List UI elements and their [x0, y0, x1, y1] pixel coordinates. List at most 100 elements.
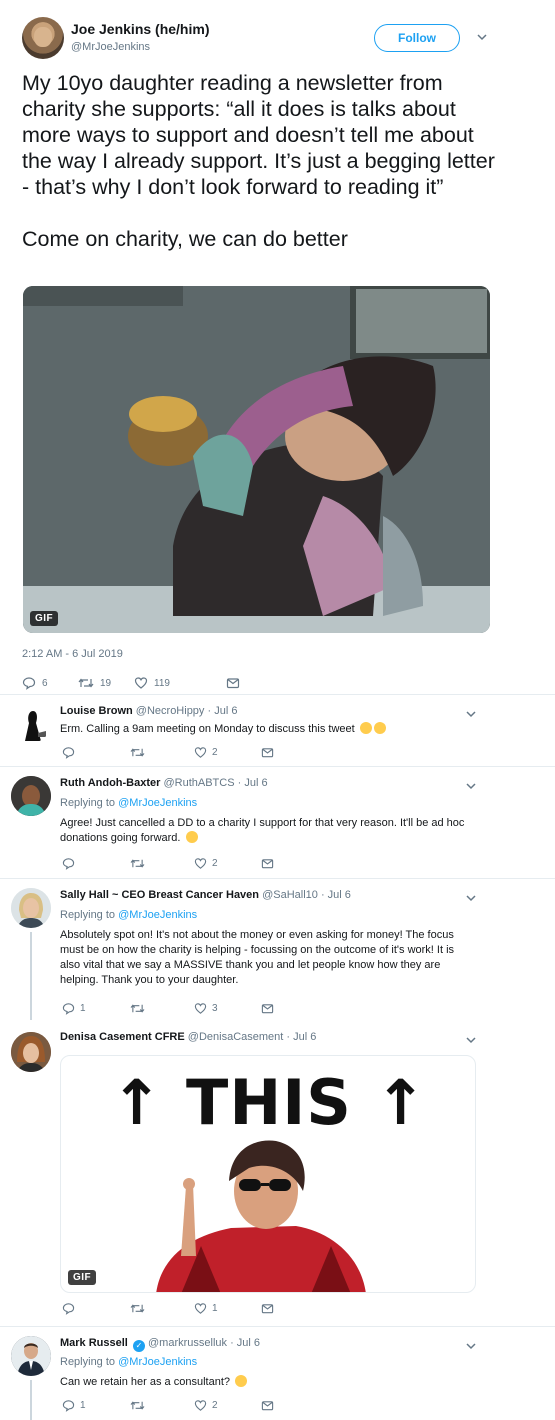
avatar[interactable]: [11, 703, 51, 743]
retweet-button[interactable]: [130, 1399, 150, 1412]
tweet-gif[interactable]: GIF: [23, 286, 490, 633]
retweet-button[interactable]: 19: [78, 676, 111, 690]
reply-text-content: Can we retain her as a consultant?: [60, 1376, 230, 1388]
reply-button[interactable]: [62, 746, 80, 759]
replying-to-label: Replying to: [60, 1356, 116, 1368]
retweet-button[interactable]: [130, 1002, 150, 1015]
like-button[interactable]: 2: [194, 857, 218, 870]
reply-header: Sally Hall ~ CEO Breast Cancer Haven @Sa…: [60, 889, 351, 901]
flushed-emoji-icon: [359, 722, 372, 734]
like-button[interactable]: 119: [134, 676, 170, 690]
dm-button[interactable]: [261, 746, 274, 759]
reply-gif[interactable]: ↑ THIS ↑ GIF: [60, 1055, 476, 1293]
envelope-icon: [261, 1401, 274, 1411]
avatar[interactable]: [11, 1032, 51, 1072]
avatar[interactable]: [11, 776, 51, 816]
like-button[interactable]: 3: [194, 1002, 218, 1015]
author-handle[interactable]: @MrJoeJenkins: [71, 41, 150, 53]
heart-icon: [194, 1303, 207, 1314]
retweet-button[interactable]: [130, 746, 150, 759]
reply-author-name[interactable]: Mark Russell: [60, 1337, 128, 1349]
reply-author-handle[interactable]: @RuthABTCS: [163, 777, 234, 789]
avatar-illustration: [11, 1032, 51, 1072]
reply-author-handle[interactable]: @NecroHippy: [136, 705, 205, 717]
reply-icon: [22, 677, 36, 690]
retweet-count: 19: [100, 677, 112, 689]
chevron-down-icon[interactable]: [476, 31, 488, 43]
chevron-down-icon[interactable]: [465, 892, 477, 904]
follow-button[interactable]: Follow: [374, 24, 460, 52]
reply-text: Can we retain her as a consultant?: [60, 1375, 470, 1390]
reply-count: 6: [42, 677, 48, 689]
reply-button[interactable]: [62, 857, 80, 870]
like-button[interactable]: 2: [194, 746, 218, 759]
dm-button[interactable]: [261, 1399, 274, 1412]
reply-button[interactable]: 1: [62, 1399, 86, 1412]
chevron-down-icon[interactable]: [465, 708, 477, 720]
reply-button[interactable]: 6: [22, 676, 48, 690]
avatar[interactable]: [11, 1336, 51, 1376]
replying-to-link[interactable]: @MrJoeJenkins: [118, 1356, 197, 1368]
dm-button[interactable]: [261, 1002, 274, 1015]
like-count: 2: [212, 858, 218, 869]
dm-button[interactable]: [261, 1302, 274, 1315]
reply-author-name[interactable]: Denisa Casement CFRE: [60, 1031, 185, 1043]
avatar-illustration: [11, 888, 51, 928]
eye-roll-emoji-icon: [185, 831, 198, 843]
retweet-icon: [130, 859, 145, 868]
reply-author-name[interactable]: Ruth Andoh-Baxter: [60, 777, 160, 789]
tweet-timestamp[interactable]: 2:12 AM - 6 Jul 2019: [22, 648, 123, 660]
like-count: 2: [212, 747, 218, 758]
dm-button[interactable]: [226, 676, 240, 690]
avatar-illustration: [11, 776, 51, 816]
laughing-emoji-icon: [373, 722, 386, 734]
reply-count: 1: [80, 1003, 86, 1014]
reply-button[interactable]: [62, 1302, 80, 1315]
reply-author-handle[interactable]: @SaHall10: [262, 889, 318, 901]
tweet-text: My 10yo daughter reading a newsletter fr…: [22, 71, 495, 251]
chevron-down-icon[interactable]: [465, 1034, 477, 1046]
reply-button[interactable]: 1: [62, 1002, 86, 1015]
chevron-down-icon[interactable]: [465, 1340, 477, 1352]
reply-author-handle[interactable]: @markrusselluk: [148, 1337, 227, 1349]
chevron-down-icon[interactable]: [465, 780, 477, 792]
reply-header: Ruth Andoh-Baxter @RuthABTCS · Jul 6: [60, 777, 268, 789]
reply-date[interactable]: · Jul 6: [238, 777, 268, 789]
envelope-icon: [261, 748, 274, 758]
retweet-button[interactable]: [130, 857, 150, 870]
retweet-button[interactable]: [130, 1302, 150, 1315]
reply-text-content: Agree! Just cancelled a DD to a charity …: [60, 817, 465, 844]
reply-date[interactable]: · Jul 6: [321, 889, 351, 901]
like-count: 119: [154, 677, 170, 689]
retweet-icon: [130, 748, 145, 757]
author-name[interactable]: Joe Jenkins (he/him): [71, 21, 209, 37]
reply-actions: 2: [60, 857, 290, 873]
author-avatar[interactable]: [22, 17, 64, 59]
reply-date[interactable]: · Jul 6: [286, 1031, 316, 1043]
avatar-illustration: [11, 1336, 51, 1376]
avatar[interactable]: [11, 888, 51, 928]
heart-icon: [194, 1400, 207, 1411]
heart-icon: [194, 858, 207, 869]
like-button[interactable]: 1: [194, 1302, 218, 1315]
reply-date[interactable]: · Jul 6: [230, 1337, 260, 1349]
heart-icon: [194, 747, 207, 758]
replying-to-link[interactable]: @MrJoeJenkins: [118, 909, 197, 921]
reply-date[interactable]: · Jul 6: [208, 705, 238, 717]
dm-button[interactable]: [261, 857, 274, 870]
reply-actions: 1: [60, 1302, 290, 1318]
replying-to-label: Replying to: [60, 797, 116, 809]
thread-line: [30, 932, 32, 1020]
replying-to-link[interactable]: @MrJoeJenkins: [118, 797, 197, 809]
reply-author-name[interactable]: Sally Hall ~ CEO Breast Cancer Haven: [60, 889, 259, 901]
reply-text: Erm. Calling a 9am meeting on Monday to …: [60, 722, 470, 737]
like-button[interactable]: 2: [194, 1399, 218, 1412]
replying-to: Replying to @MrJoeJenkins: [60, 797, 197, 809]
replying-to-label: Replying to: [60, 909, 116, 921]
reply-header: Denisa Casement CFRE @DenisaCasement · J…: [60, 1031, 316, 1043]
reply-author-name[interactable]: Louise Brown: [60, 705, 133, 717]
reply-author-handle[interactable]: @DenisaCasement: [188, 1031, 284, 1043]
reply-icon: [62, 747, 75, 759]
reply-icon: [62, 1003, 75, 1015]
gif-badge: GIF: [30, 611, 59, 626]
